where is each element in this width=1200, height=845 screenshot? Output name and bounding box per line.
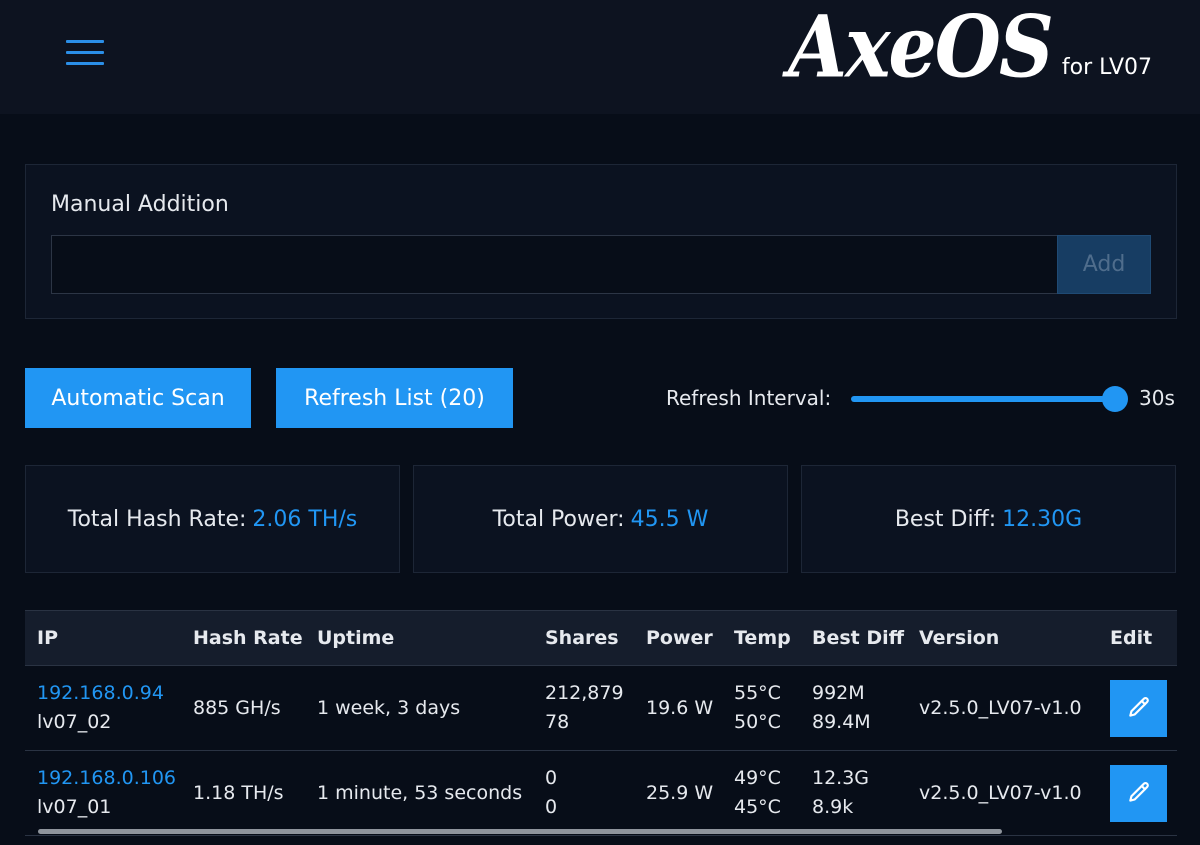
cell-temp: 49°C 45°C (722, 751, 800, 836)
temp-primary: 55°C (734, 682, 781, 704)
cell-uptime: 1 minute, 53 seconds (317, 781, 523, 804)
shares-rejected: 0 (545, 796, 558, 818)
devices-table-container[interactable]: IP Hash Rate Uptime Shares Power Temp Be… (25, 610, 1177, 845)
column-header-edit: Edit (1098, 610, 1177, 666)
cell-edit (1098, 666, 1177, 751)
column-header-power[interactable]: Power (634, 610, 722, 666)
slider-thumb[interactable] (1102, 386, 1128, 412)
table-row: 192.168.0.106 lv07_01 1.18 TH/s 1 minute… (25, 751, 1177, 836)
best-diff-label: Best Diff: (894, 506, 997, 532)
best-diff-value: 12.30G (1002, 506, 1083, 532)
shares-accepted: 212,879 (545, 682, 624, 704)
devices-table: IP Hash Rate Uptime Shares Power Temp Be… (25, 610, 1177, 836)
cell-ip: 192.168.0.94 lv07_02 (25, 666, 181, 751)
cell-hash-rate: 885 GH/s (193, 696, 281, 719)
manual-ip-input[interactable] (51, 235, 1058, 294)
total-hash-rate-value: 2.06 TH/s (252, 506, 358, 532)
refresh-interval-value: 30s (1139, 386, 1175, 410)
device-hostname: lv07_02 (37, 711, 112, 733)
best-diff-all-time: 12.3G (812, 767, 870, 789)
hamburger-menu-icon[interactable] (60, 33, 110, 71)
top-bar: AxeOS for LV07 (0, 0, 1200, 114)
column-header-version[interactable]: Version (907, 610, 1098, 666)
cell-version: v2.5.0_LV07-v1.0 (919, 781, 1082, 804)
total-power-label: Total Power: (492, 506, 625, 532)
cell-best-diff: 992M 89.4M (800, 666, 907, 751)
column-header-uptime[interactable]: Uptime (305, 610, 533, 666)
best-diff-session: 8.9k (812, 796, 854, 818)
logo-subtitle: for LV07 (1061, 55, 1152, 80)
device-hostname: lv07_01 (37, 796, 112, 818)
temp-secondary: 50°C (734, 711, 781, 733)
manual-addition-title: Manual Addition (51, 192, 229, 217)
column-header-hash-rate[interactable]: Hash Rate (181, 610, 305, 666)
cell-power: 19.6 W (646, 696, 714, 719)
table-header-row: IP Hash Rate Uptime Shares Power Temp Be… (25, 610, 1177, 666)
column-header-shares[interactable]: Shares (533, 610, 634, 666)
cell-edit (1098, 751, 1177, 836)
app-logo: AxeOS for LV07 (788, 4, 1152, 104)
refresh-interval-slider[interactable] (851, 386, 1128, 412)
refresh-interval-label: Refresh Interval: (666, 386, 832, 410)
best-diff-card: Best Diff: 12.30G (801, 465, 1176, 573)
total-hash-rate-card: Total Hash Rate: 2.06 TH/s (25, 465, 400, 573)
horizontal-scrollbar[interactable] (38, 829, 1002, 834)
cell-temp: 55°C 50°C (722, 666, 800, 751)
column-header-best-diff[interactable]: Best Diff (800, 610, 907, 666)
cell-ip: 192.168.0.106 lv07_01 (25, 751, 181, 836)
cell-uptime: 1 week, 3 days (317, 696, 461, 719)
column-header-temp[interactable]: Temp (722, 610, 800, 666)
shares-accepted: 0 (545, 767, 558, 789)
cell-hash-rate: 1.18 TH/s (193, 781, 284, 804)
cell-best-diff: 12.3G 8.9k (800, 751, 907, 836)
cell-shares: 212,879 78 (533, 666, 634, 751)
edit-button[interactable] (1110, 679, 1167, 737)
cell-power: 25.9 W (646, 781, 714, 804)
device-ip-link[interactable]: 192.168.0.106 (37, 764, 181, 793)
logo-text: AxeOS (788, 0, 1054, 97)
temp-primary: 49°C (734, 767, 781, 789)
total-power-card: Total Power: 45.5 W (413, 465, 788, 573)
shares-rejected: 78 (545, 711, 570, 733)
manual-addition-panel: Manual Addition Add (25, 164, 1177, 319)
column-header-ip[interactable]: IP (25, 610, 181, 666)
best-diff-session: 89.4M (812, 711, 871, 733)
add-button[interactable]: Add (1057, 235, 1151, 294)
device-ip-link[interactable]: 192.168.0.94 (37, 679, 181, 708)
slider-track (851, 396, 1114, 402)
automatic-scan-button[interactable]: Automatic Scan (25, 368, 251, 428)
pencil-icon (1128, 782, 1149, 802)
best-diff-all-time: 992M (812, 682, 865, 704)
edit-button[interactable] (1110, 764, 1167, 822)
cell-version: v2.5.0_LV07-v1.0 (919, 696, 1082, 719)
total-power-value: 45.5 W (630, 506, 709, 532)
pencil-icon (1128, 697, 1149, 717)
cell-shares: 0 0 (533, 751, 634, 836)
temp-secondary: 45°C (734, 796, 781, 818)
total-hash-rate-label: Total Hash Rate: (67, 506, 247, 532)
refresh-list-button[interactable]: Refresh List (20) (276, 368, 513, 428)
table-row: 192.168.0.94 lv07_02 885 GH/s 1 week, 3 … (25, 666, 1177, 751)
